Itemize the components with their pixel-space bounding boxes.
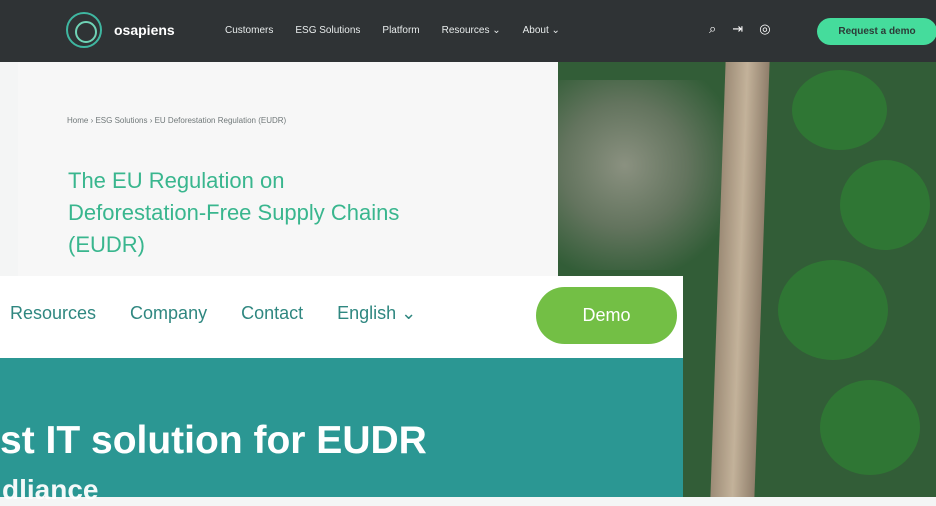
globe-icon[interactable]: ◎	[759, 21, 770, 37]
brand-icon	[66, 12, 102, 48]
language-selector[interactable]: English ⌄	[337, 303, 416, 324]
breadcrumb: Home › ESG Solutions › EU Deforestation …	[67, 116, 287, 125]
nav-platform[interactable]: Platform	[382, 25, 419, 36]
search-icon[interactable]: ⌕	[709, 21, 716, 37]
main-nav-links: Customers ESG Solutions Platform Resourc…	[225, 25, 560, 36]
cleared-area-image-detail	[530, 80, 740, 270]
demo-button[interactable]: Demo	[536, 287, 677, 344]
utility-icons: ⌕ ⇥ ◎	[709, 21, 771, 37]
login-icon[interactable]: ⇥	[732, 21, 743, 37]
top-navigation: osapiens Customers ESG Solutions Platfor…	[0, 0, 936, 62]
nav-resources[interactable]: Resources ⌄	[442, 25, 501, 36]
tree-cluster	[778, 260, 888, 360]
tree-cluster	[820, 380, 920, 475]
tree-cluster	[792, 70, 887, 150]
brand-name: osapiens	[114, 22, 175, 38]
nav-contact[interactable]: Contact	[241, 303, 303, 324]
nav-customers[interactable]: Customers	[225, 25, 273, 36]
overlay-nav-links: Resources Company Contact English ⌄	[10, 303, 416, 324]
nav-company[interactable]: Company	[130, 303, 207, 324]
page-title: The EU Regulation on Deforestation-Free …	[68, 168, 400, 257]
request-demo-button[interactable]: Request a demo	[817, 18, 936, 45]
tree-cluster	[840, 160, 930, 250]
nav-about[interactable]: About ⌄	[523, 25, 560, 36]
nav-resources-overlay[interactable]: Resources	[10, 303, 96, 324]
banner-subheadline: dliance	[2, 474, 99, 505]
nav-esg-solutions[interactable]: ESG Solutions	[295, 25, 360, 36]
brand-logo[interactable]: osapiens	[66, 12, 175, 48]
banner-headline: st IT solution for EUDR	[0, 419, 427, 462]
